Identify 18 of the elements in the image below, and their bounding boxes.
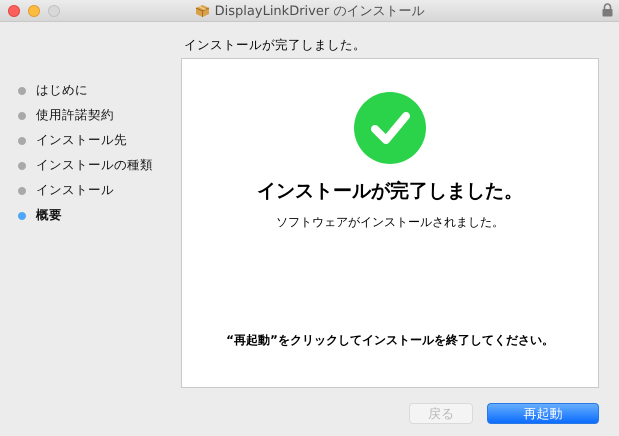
step-label: インストール xyxy=(36,182,114,199)
zoom-button[interactable] xyxy=(48,4,60,16)
window-title: DisplayLinkDriver のインストール xyxy=(214,2,424,20)
lock-icon xyxy=(602,3,613,17)
checkmark-icon xyxy=(354,92,426,164)
close-button[interactable] xyxy=(8,4,20,16)
step-label: インストール先 xyxy=(36,132,127,149)
step-label: はじめに xyxy=(36,82,88,99)
success-message: ソフトウェアがインストールされました。 xyxy=(276,214,504,231)
step-label: インストールの種類 xyxy=(36,157,153,174)
minimize-button[interactable] xyxy=(28,4,40,16)
page-heading: インストールが完了しました。 xyxy=(183,36,367,54)
success-title: インストールが完了しました。 xyxy=(257,179,523,204)
step-label: 使用許諾契約 xyxy=(36,107,114,124)
package-icon xyxy=(194,4,210,18)
instruction-text: “再起動”をクリックしてインストールを終了してください。 xyxy=(226,332,554,349)
restart-button[interactable]: 再起動 xyxy=(487,403,599,424)
step-label: 概要 xyxy=(36,207,62,224)
